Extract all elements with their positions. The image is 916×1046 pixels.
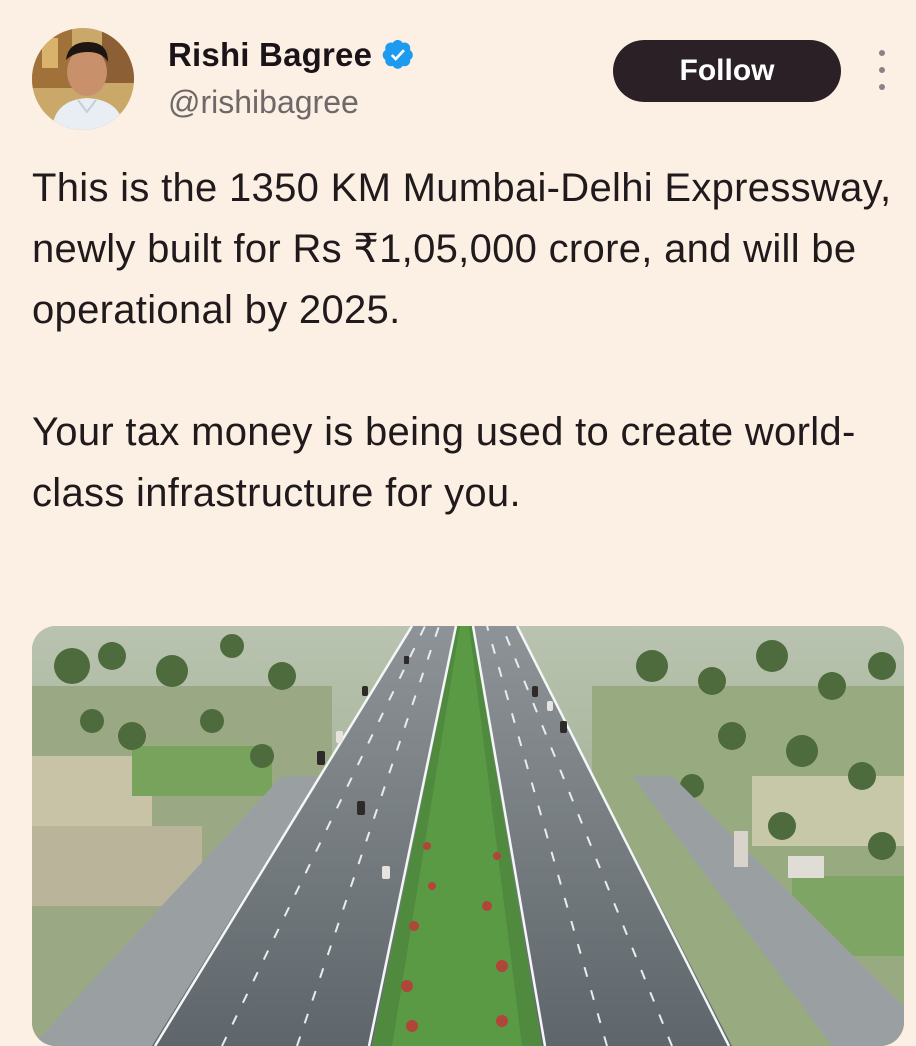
tweet-card: Rishi Bagree @rishibagree Follow This is… bbox=[0, 0, 916, 1046]
author-display-name[interactable]: Rishi Bagree bbox=[168, 36, 372, 74]
author-name-row: Rishi Bagree bbox=[168, 36, 414, 74]
more-dot bbox=[879, 50, 885, 56]
tweet-media-photo[interactable] bbox=[32, 626, 904, 1046]
more-dot bbox=[879, 67, 885, 73]
author-handle[interactable]: @rishibagree bbox=[168, 84, 359, 121]
follow-button[interactable]: Follow bbox=[613, 40, 841, 102]
verified-badge-icon bbox=[382, 40, 413, 69]
tweet-body: This is the 1350 KM Mumbai-Delhi Express… bbox=[32, 158, 902, 524]
more-dot bbox=[879, 84, 885, 90]
tweet-paragraph: Your tax money is being used to create w… bbox=[32, 410, 856, 515]
tweet-paragraph: This is the 1350 KM Mumbai-Delhi Express… bbox=[32, 166, 892, 332]
profile-photo-icon bbox=[32, 28, 134, 130]
author-avatar[interactable] bbox=[32, 28, 134, 130]
expressway-photo bbox=[32, 626, 904, 1046]
more-options-icon[interactable] bbox=[868, 50, 896, 90]
